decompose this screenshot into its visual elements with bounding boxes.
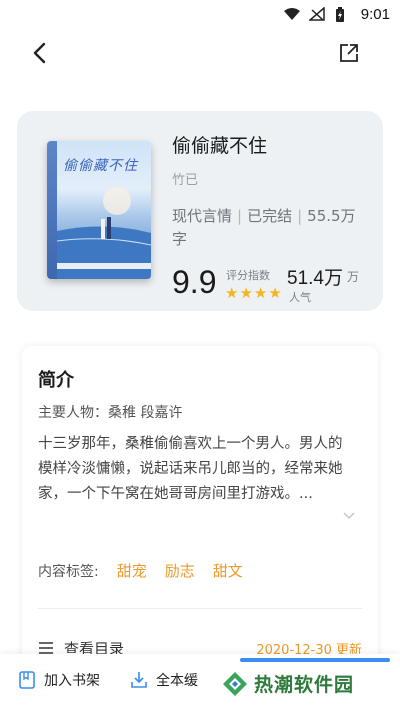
no-signal-icon xyxy=(307,6,327,21)
wifi-icon xyxy=(283,7,301,21)
battery-icon xyxy=(335,7,353,22)
cover-spine xyxy=(47,141,57,279)
watermark-text: 热潮软件园 xyxy=(254,674,355,696)
chevron-left-icon xyxy=(33,42,46,64)
star-icon: ★ xyxy=(253,284,268,302)
cover-footer xyxy=(57,263,151,269)
intro-heading: 简介 xyxy=(38,370,74,391)
popularity-value: 51.4万 xyxy=(287,268,343,289)
meta-separator: | xyxy=(297,207,303,225)
download-all-button[interactable]: 全本缓 xyxy=(130,670,198,690)
watermark: 热潮软件园 xyxy=(216,668,361,699)
star-icon: ★ xyxy=(268,284,282,302)
add-shelf-label: 加入书架 xyxy=(44,673,100,689)
list-icon xyxy=(39,642,53,654)
share-button[interactable] xyxy=(336,40,362,66)
main-characters: 主要人物：桑稚 段嘉许 xyxy=(38,405,183,421)
tag-item[interactable]: 励志 xyxy=(165,560,195,581)
popularity-label: 人气 xyxy=(289,291,311,304)
watermark-logo-icon xyxy=(223,671,247,696)
book-author[interactable]: 竹已 xyxy=(172,169,198,188)
synopsis-text[interactable]: 十三岁那年，桑稚偷偷喜欢上一个男人。男人的模样冷淡慵懒，说起话来吊儿郎当的，经常… xyxy=(38,432,353,507)
download-icon xyxy=(131,672,147,688)
star-rating: ★ ★ ★ ★ xyxy=(225,286,282,301)
status-time: 9:01 xyxy=(360,5,390,23)
tag-item[interactable]: 甜文 xyxy=(213,560,243,581)
popularity-unit: 万 xyxy=(347,270,360,284)
add-to-shelf-button[interactable]: 加入书架 xyxy=(18,670,100,690)
cover-title: 偷偷藏不住 xyxy=(63,158,138,174)
share-icon xyxy=(340,44,358,62)
tag-item[interactable]: 甜宠 xyxy=(117,560,147,581)
read-button-edge[interactable] xyxy=(240,658,390,662)
bookshelf-icon xyxy=(19,671,35,689)
download-label: 全本缓 xyxy=(156,673,198,689)
book-meta: 现代言情 | 已完结 | 55.5万字 xyxy=(172,205,367,251)
book-cover[interactable]: 偷偷藏不住 xyxy=(47,141,151,279)
book-title: 偷偷藏不住 xyxy=(172,135,268,157)
book-genre: 现代言情 xyxy=(172,207,233,225)
star-icon: ★ xyxy=(225,284,239,302)
chevron-down-icon xyxy=(343,512,355,520)
intro-card: 简介 主要人物：桑稚 段嘉许 十三岁那年，桑稚偷偷喜欢上一个男人。男人的模样冷淡… xyxy=(22,346,378,666)
book-status: 已完结 xyxy=(247,207,293,225)
tags-label: 内容标签: xyxy=(38,563,99,580)
score-value: 9.9 xyxy=(172,264,217,300)
star-icon: ★ xyxy=(239,284,253,302)
meta-separator: | xyxy=(237,207,243,225)
tags-row: 内容标签: 甜宠 励志 甜文 xyxy=(38,560,261,581)
book-info-card: 偷偷藏不住 偷偷藏不住 竹已 现代言情 | 已完结 | 55.5万字 9.9 评分指数 … xyxy=(17,111,383,311)
expand-button[interactable] xyxy=(342,506,356,520)
score-label: 评分指数 xyxy=(226,269,270,282)
divider xyxy=(38,608,362,609)
back-button[interactable] xyxy=(26,40,52,66)
status-bar: 9:01 xyxy=(0,0,400,28)
